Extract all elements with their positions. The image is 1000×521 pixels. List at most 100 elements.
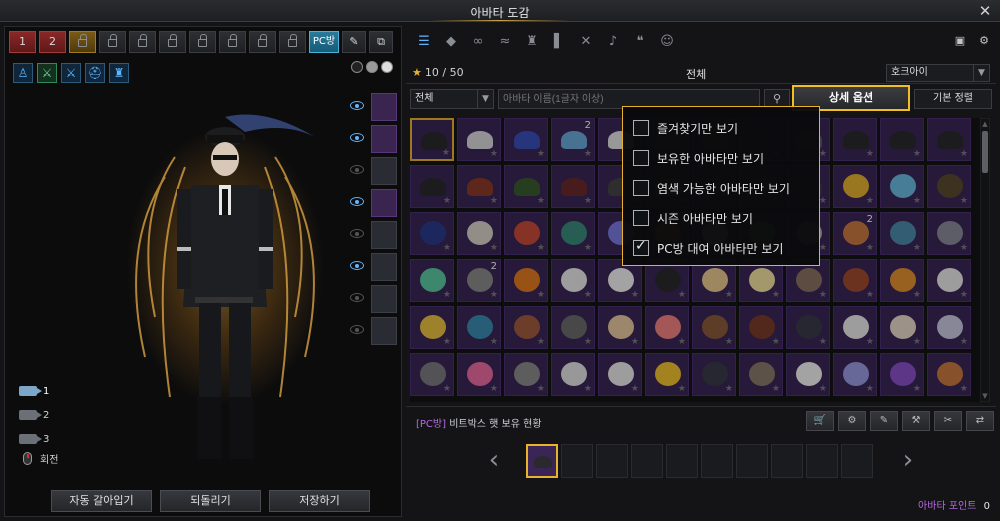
preset-slot-4[interactable] <box>99 31 126 53</box>
server-select[interactable]: 호크아이 ▼ <box>886 64 990 82</box>
avatar-cell[interactable]: ★ <box>551 306 595 349</box>
avatar-cell[interactable]: ★ 2 <box>457 259 501 302</box>
avatar-cell[interactable]: ★ <box>692 306 736 349</box>
bg-color-option-1[interactable] <box>351 61 363 73</box>
revert-button[interactable]: 되돌리기 <box>160 490 261 512</box>
camera-2[interactable]: 2 <box>19 403 49 427</box>
avatar-cell[interactable]: ★ <box>410 259 454 302</box>
sort-button[interactable]: 기본 정렬 <box>914 89 992 109</box>
preview-slot[interactable] <box>561 444 593 478</box>
avatar-cell[interactable]: ★ <box>880 353 924 396</box>
equip-slot[interactable] <box>371 221 397 249</box>
coat-icon[interactable]: ♜ <box>522 32 542 52</box>
eye-off-icon[interactable] <box>350 325 364 334</box>
footprints-icon[interactable]: ❝ <box>630 32 650 52</box>
avatar-cell[interactable]: ★ 2 <box>551 118 595 161</box>
equip-slot[interactable] <box>371 253 397 281</box>
edit-icon[interactable]: ✎ <box>342 31 366 53</box>
guitar-icon[interactable]: ♪ <box>603 32 623 52</box>
avatar-cell[interactable]: ★ <box>410 118 454 161</box>
preset-slot-7[interactable] <box>189 31 216 53</box>
avatar-cell[interactable]: ★ <box>927 118 971 161</box>
avatar-cell[interactable]: ★ 2 <box>833 212 877 255</box>
cart-icon[interactable]: 🛒 <box>806 411 834 431</box>
avatar-cell[interactable]: ★ <box>786 306 830 349</box>
equip-slot[interactable] <box>371 157 397 185</box>
avatar-cell[interactable]: ★ <box>880 259 924 302</box>
preset-slot-10[interactable] <box>279 31 306 53</box>
auto-change-button[interactable]: 자동 갈아입기 <box>51 490 152 512</box>
checkbox[interactable] <box>633 210 649 226</box>
trade-icon[interactable]: ⇄ <box>966 411 994 431</box>
avatar-cell[interactable]: ★ <box>833 118 877 161</box>
preset-slot-1[interactable]: 1 <box>9 31 36 53</box>
filter-option-4[interactable]: 시즌 아바타만 보기 <box>633 203 809 233</box>
avatar-cell[interactable]: ★ <box>927 306 971 349</box>
helmet-icon[interactable]: ⛑ <box>85 63 105 83</box>
avatar-cell[interactable]: ★ <box>833 306 877 349</box>
mustache-icon[interactable]: ≈ <box>495 32 515 52</box>
checkbox[interactable] <box>633 120 649 136</box>
avatar-cell[interactable]: ★ <box>551 212 595 255</box>
prev-arrow-icon[interactable]: ‹ <box>484 446 504 476</box>
body-icon[interactable]: ♙ <box>13 63 33 83</box>
avatar-cell[interactable]: ★ <box>457 165 501 208</box>
filter-option-1[interactable]: 즐겨찾기만 보기 <box>633 113 809 143</box>
next-arrow-icon[interactable]: › <box>898 446 918 476</box>
preset-slot-5[interactable] <box>129 31 156 53</box>
pc-room-slot[interactable]: PC방 <box>309 31 339 53</box>
eye-off-icon[interactable] <box>350 293 364 302</box>
weapon-swap-icon[interactable]: ⚔ <box>37 63 57 83</box>
character-stage[interactable] <box>115 97 335 497</box>
equip-slot[interactable] <box>371 189 397 217</box>
avatar-cell[interactable]: ★ <box>457 306 501 349</box>
avatar-cell[interactable]: ★ <box>504 118 548 161</box>
camera-3[interactable]: 3 <box>19 427 49 451</box>
eye-off-icon[interactable] <box>350 229 364 238</box>
equip-slot[interactable] <box>371 317 397 345</box>
avatar-cell[interactable]: ★ <box>551 165 595 208</box>
avatar-cell[interactable]: ★ <box>410 212 454 255</box>
settings-icon[interactable]: ⚙ <box>974 32 994 50</box>
avatar-cell[interactable]: ★ <box>927 165 971 208</box>
eye-icon[interactable] <box>350 261 364 270</box>
avatar-cell[interactable]: ★ <box>410 165 454 208</box>
copy-icon[interactable]: ⧉ <box>369 31 393 53</box>
preset-slot-3[interactable] <box>69 31 96 53</box>
avatar-cell[interactable]: ★ <box>786 353 830 396</box>
avatar-cell[interactable]: ★ <box>504 259 548 302</box>
hat-icon[interactable]: ◆ <box>441 32 461 52</box>
preview-slot[interactable] <box>596 444 628 478</box>
avatar-cell[interactable]: ★ <box>645 306 689 349</box>
filter-option-3[interactable]: 염색 가능한 아바타만 보기 <box>633 173 809 203</box>
save-button[interactable]: 저장하기 <box>269 490 370 512</box>
avatar-cell[interactable]: ★ <box>739 306 783 349</box>
preview-slot[interactable] <box>736 444 768 478</box>
preview-slot[interactable] <box>841 444 873 478</box>
tools-icon[interactable]: ✂ <box>934 411 962 431</box>
box-icon[interactable]: ⚙ <box>838 411 866 431</box>
bg-color-option-3[interactable] <box>381 61 393 73</box>
avatar-cell[interactable]: ★ <box>927 259 971 302</box>
preset-slot-6[interactable] <box>159 31 186 53</box>
avatar-cell[interactable]: ★ <box>457 118 501 161</box>
checkbox[interactable] <box>633 238 649 256</box>
scroll-up-icon[interactable]: ▲ <box>981 119 989 129</box>
preset-slot-2[interactable]: 2 <box>39 31 66 53</box>
type-select[interactable]: 전체 ▼ <box>410 89 494 109</box>
eye-icon[interactable] <box>350 197 364 206</box>
preview-slot[interactable] <box>806 444 838 478</box>
list-icon[interactable]: ☰ <box>414 32 434 52</box>
preview-slot[interactable] <box>771 444 803 478</box>
avatar-cell[interactable]: ★ <box>927 353 971 396</box>
crossed-swords-icon[interactable]: ✕ <box>576 32 596 52</box>
avatar-cell[interactable]: ★ <box>880 306 924 349</box>
scroll-thumb[interactable] <box>982 131 988 173</box>
avatar-cell[interactable]: ★ <box>410 306 454 349</box>
avatar-cell[interactable]: ★ <box>833 353 877 396</box>
filter-option-5[interactable]: PC방 대여 아바타만 보기 <box>633 233 809 263</box>
preset-slot-8[interactable] <box>219 31 246 53</box>
avatar-cell[interactable]: ★ <box>504 353 548 396</box>
face-icon[interactable]: ☺ <box>657 32 677 52</box>
preview-slot[interactable] <box>666 444 698 478</box>
